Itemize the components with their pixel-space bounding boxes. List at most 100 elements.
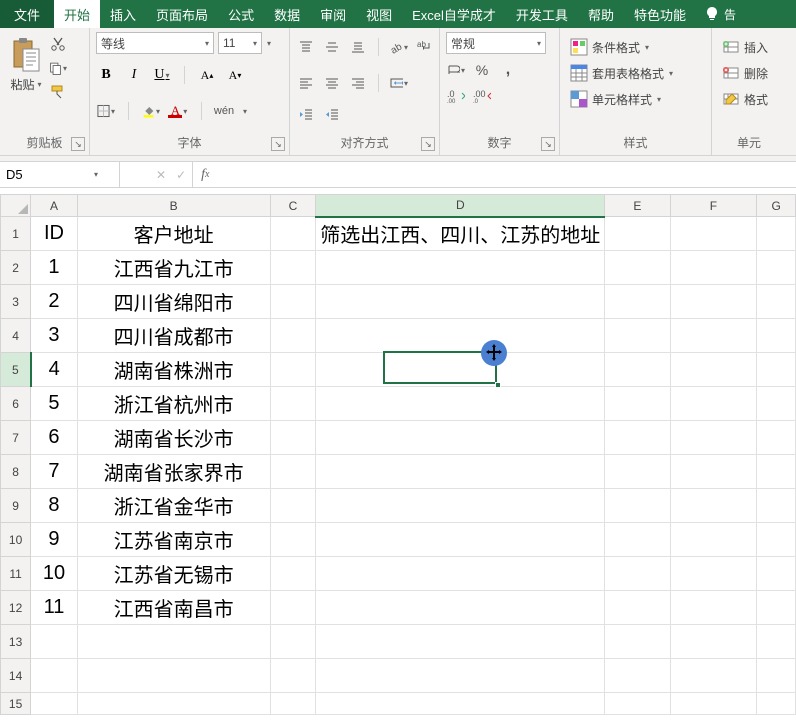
cell[interactable]: 客户地址 (77, 217, 270, 251)
cell[interactable] (670, 217, 757, 251)
cell[interactable] (670, 625, 757, 659)
fill-color-button[interactable]: ▾ (141, 101, 161, 121)
cell[interactable] (670, 353, 757, 387)
cell[interactable] (670, 557, 757, 591)
cell[interactable] (270, 659, 316, 693)
increase-indent-button[interactable] (322, 104, 342, 124)
column-header[interactable]: A (31, 195, 78, 217)
cell[interactable] (605, 591, 670, 625)
row-header[interactable]: 8 (1, 455, 31, 489)
cell[interactable] (605, 319, 670, 353)
increase-font-button[interactable]: A▴ (197, 65, 217, 85)
cell[interactable] (670, 455, 757, 489)
cell[interactable] (757, 659, 796, 693)
cell[interactable] (670, 251, 757, 285)
tab-page-layout[interactable]: 页面布局 (146, 0, 218, 28)
cell[interactable] (270, 455, 316, 489)
row-header[interactable]: 10 (1, 523, 31, 557)
cell[interactable]: 湖南省株洲市 (77, 353, 270, 387)
cell[interactable] (77, 625, 270, 659)
format-cells-button[interactable]: 格式 (718, 88, 772, 110)
column-header[interactable]: F (670, 195, 757, 217)
paste-button[interactable]: 粘贴▾ (10, 34, 42, 93)
cell[interactable] (316, 455, 605, 489)
cell[interactable] (316, 319, 605, 353)
cell[interactable] (757, 217, 796, 251)
align-bottom-button[interactable] (348, 37, 368, 57)
font-name-select[interactable]: 等线▾ (96, 32, 214, 54)
percent-button[interactable]: % (472, 60, 492, 80)
cell[interactable]: 6 (31, 421, 78, 455)
cell[interactable] (757, 693, 796, 715)
format-painter-button[interactable] (48, 82, 68, 102)
row-header[interactable]: 5 (1, 353, 31, 387)
cell[interactable]: 7 (31, 455, 78, 489)
cell[interactable] (757, 285, 796, 319)
row-header[interactable]: 4 (1, 319, 31, 353)
cell[interactable] (270, 251, 316, 285)
cell[interactable] (605, 387, 670, 421)
align-middle-button[interactable] (322, 37, 342, 57)
insert-cells-button[interactable]: 插入 (718, 36, 772, 58)
cell[interactable] (270, 693, 316, 715)
spreadsheet-grid[interactable]: ABCDEFG1ID客户地址筛选出江西、四川、江苏的地址21江西省九江市32四川… (0, 194, 796, 715)
cell[interactable] (605, 523, 670, 557)
cell[interactable] (670, 387, 757, 421)
cell[interactable]: 四川省绵阳市 (77, 285, 270, 319)
cell[interactable] (31, 693, 78, 715)
cell[interactable]: 9 (31, 523, 78, 557)
cell[interactable] (670, 659, 757, 693)
tab-view[interactable]: 视图 (356, 0, 402, 28)
cell[interactable] (605, 625, 670, 659)
cell[interactable]: 江西省九江市 (77, 251, 270, 285)
name-box[interactable] (0, 165, 90, 184)
cell[interactable] (757, 455, 796, 489)
row-header[interactable]: 13 (1, 625, 31, 659)
cell[interactable] (316, 591, 605, 625)
cell[interactable] (270, 353, 316, 387)
cell[interactable] (605, 251, 670, 285)
insert-function-button[interactable]: fx (193, 162, 217, 187)
bold-button[interactable]: B (96, 65, 116, 85)
cell[interactable] (270, 421, 316, 455)
cell[interactable] (670, 591, 757, 625)
column-header[interactable]: E (605, 195, 670, 217)
cell[interactable]: 1 (31, 251, 78, 285)
underline-button[interactable]: U▾ (152, 65, 172, 85)
decrease-decimal-button[interactable]: .00.0 (472, 86, 492, 106)
cell[interactable] (670, 693, 757, 715)
cell[interactable] (270, 591, 316, 625)
increase-decimal-button[interactable]: .0.00 (446, 86, 466, 106)
row-header[interactable]: 3 (1, 285, 31, 319)
row-header[interactable]: 2 (1, 251, 31, 285)
cell[interactable] (670, 523, 757, 557)
align-center-button[interactable] (322, 73, 342, 93)
merge-button[interactable]: ▾ (389, 73, 409, 93)
cell[interactable] (757, 319, 796, 353)
cell[interactable]: 5 (31, 387, 78, 421)
cell[interactable] (270, 557, 316, 591)
row-header[interactable]: 11 (1, 557, 31, 591)
cell[interactable] (605, 489, 670, 523)
cell[interactable] (605, 217, 670, 251)
cell[interactable] (670, 421, 757, 455)
wrap-text-button[interactable]: ab (415, 37, 435, 57)
orientation-button[interactable]: ab▾ (389, 37, 409, 57)
column-header[interactable]: D (316, 195, 605, 217)
cell[interactable] (757, 421, 796, 455)
cell[interactable] (757, 557, 796, 591)
number-launcher[interactable]: ↘ (541, 137, 555, 151)
row-header[interactable]: 6 (1, 387, 31, 421)
cancel-formula-button[interactable]: ✕ (156, 168, 166, 182)
cell[interactable]: 4 (31, 353, 78, 387)
cell[interactable]: 江苏省南京市 (77, 523, 270, 557)
italic-button[interactable]: I (124, 65, 144, 85)
cell[interactable] (270, 285, 316, 319)
cell[interactable] (270, 625, 316, 659)
cell[interactable] (270, 489, 316, 523)
cell[interactable] (605, 353, 670, 387)
tab-help[interactable]: 帮助 (578, 0, 624, 28)
cell[interactable] (316, 523, 605, 557)
font-size-select[interactable]: 11▾ (218, 32, 262, 54)
cell[interactable]: 11 (31, 591, 78, 625)
